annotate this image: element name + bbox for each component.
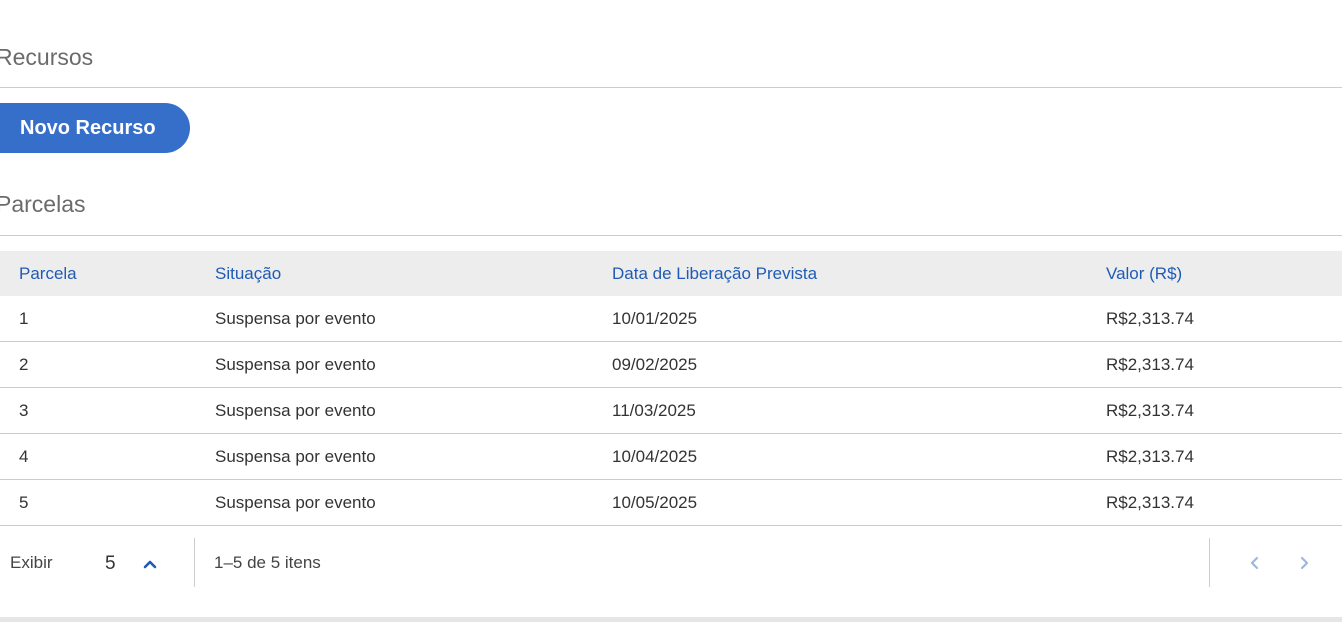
- cell-parcela: 2: [0, 341, 215, 388]
- cell-situacao: Suspensa por evento: [215, 479, 612, 526]
- cell-situacao: Suspensa por evento: [215, 341, 612, 388]
- bottom-edge: [0, 617, 1342, 622]
- parcelas-divider: [0, 235, 1342, 236]
- pagination-separator: [194, 538, 195, 587]
- cell-situacao: Suspensa por evento: [215, 433, 612, 480]
- page-size-value[interactable]: 5: [105, 553, 116, 575]
- novo-recurso-button[interactable]: Novo Recurso: [0, 103, 190, 153]
- header-data-liberacao[interactable]: Data de Liberação Prevista: [612, 251, 1106, 296]
- cell-valor: R$2,313.74: [1106, 433, 1342, 480]
- chevron-up-icon[interactable]: [140, 554, 160, 574]
- cell-parcela: 3: [0, 387, 215, 434]
- pagination-separator: [1209, 538, 1210, 587]
- table-row: 2 Suspensa por evento 09/02/2025 R$2,313…: [0, 341, 1342, 388]
- cell-data: 10/01/2025: [612, 296, 1106, 342]
- cell-parcela: 5: [0, 479, 215, 526]
- cell-valor: R$2,313.74: [1106, 479, 1342, 526]
- chevron-right-icon[interactable]: [1293, 552, 1315, 574]
- parcelas-table: Parcela Situação Data de Liberação Previ…: [0, 251, 1342, 526]
- recursos-divider: [0, 87, 1342, 88]
- cell-valor: R$2,313.74: [1106, 387, 1342, 434]
- items-count: 1–5 de 5 itens: [214, 553, 321, 572]
- cell-situacao: Suspensa por evento: [215, 296, 612, 342]
- chevron-left-icon[interactable]: [1244, 552, 1266, 574]
- cell-data: 11/03/2025: [612, 387, 1106, 434]
- page-size-label: Exibir: [10, 553, 53, 572]
- header-valor[interactable]: Valor (R$): [1106, 251, 1342, 296]
- parcelas-table-container: Parcela Situação Data de Liberação Previ…: [0, 251, 1342, 526]
- cell-data: 09/02/2025: [612, 341, 1106, 388]
- table-header-row: Parcela Situação Data de Liberação Previ…: [0, 251, 1342, 296]
- cell-data: 10/04/2025: [612, 433, 1106, 480]
- header-situacao[interactable]: Situação: [215, 251, 612, 296]
- parcelas-title: Parcelas: [0, 191, 86, 217]
- table-row: 5 Suspensa por evento 10/05/2025 R$2,313…: [0, 479, 1342, 526]
- header-parcela[interactable]: Parcela: [0, 251, 215, 296]
- table-row: 4 Suspensa por evento 10/04/2025 R$2,313…: [0, 433, 1342, 480]
- cell-situacao: Suspensa por evento: [215, 387, 612, 434]
- cell-valor: R$2,313.74: [1106, 296, 1342, 342]
- page: Recursos Novo Recurso Parcelas Parcela S…: [0, 0, 1342, 622]
- cell-parcela: 1: [0, 296, 215, 342]
- cell-data: 10/05/2025: [612, 479, 1106, 526]
- pagination-bar: Exibir 5 1–5 de 5 itens: [0, 528, 1342, 598]
- recursos-title: Recursos: [0, 44, 94, 70]
- table-row: 3 Suspensa por evento 11/03/2025 R$2,313…: [0, 387, 1342, 434]
- cell-valor: R$2,313.74: [1106, 341, 1342, 388]
- table-row: 1 Suspensa por evento 10/01/2025 R$2,313…: [0, 296, 1342, 342]
- cell-parcela: 4: [0, 433, 215, 480]
